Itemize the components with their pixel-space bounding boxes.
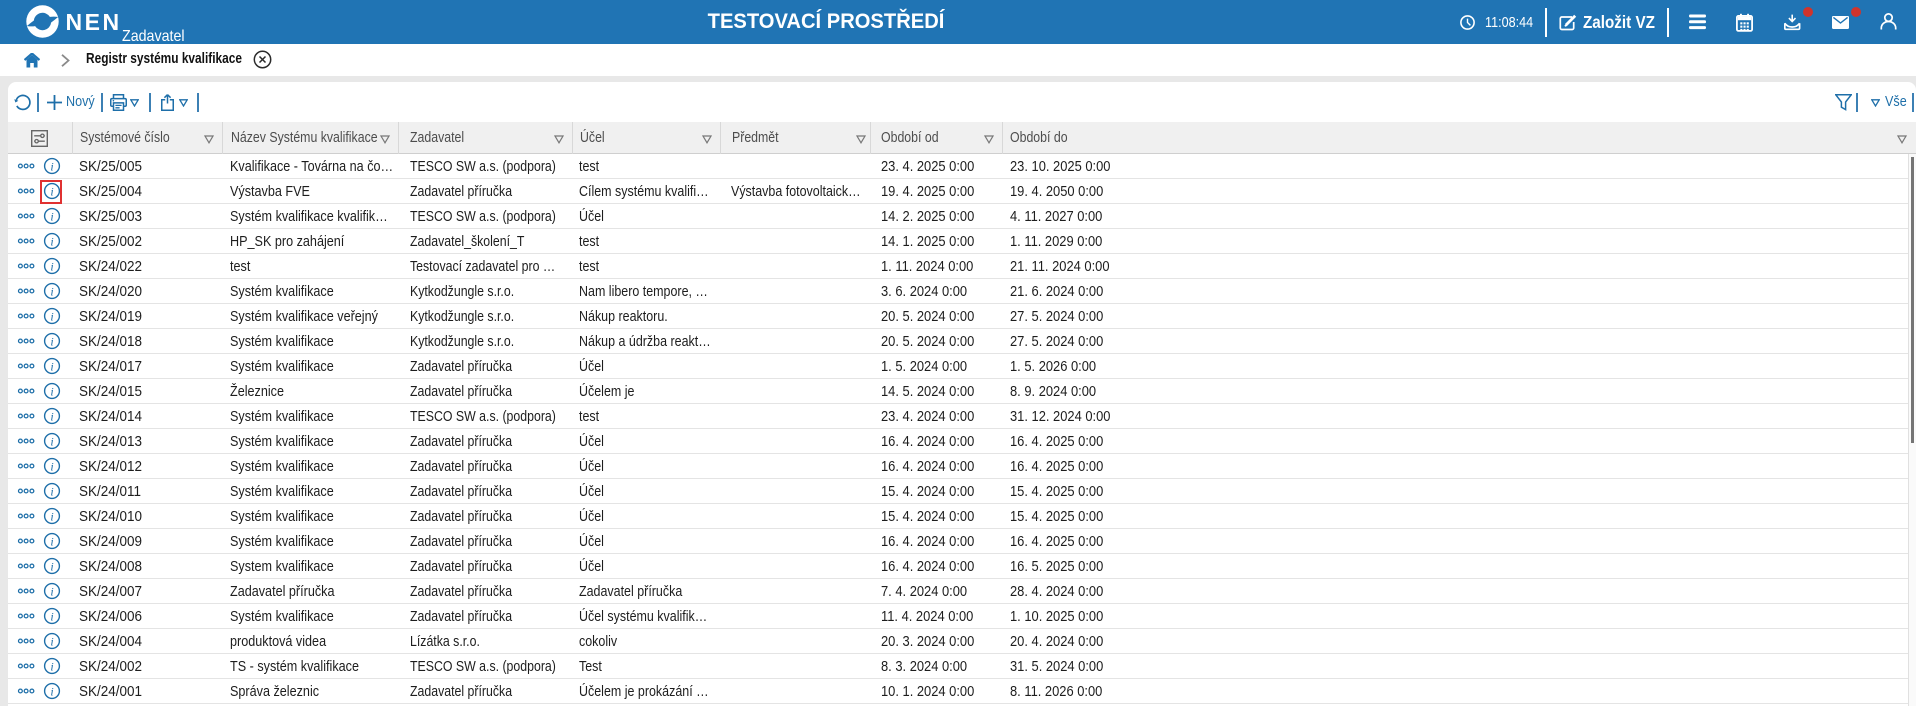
svg-text:i: i xyxy=(50,310,53,324)
svg-text:i: i xyxy=(50,485,53,499)
svg-text:i: i xyxy=(50,435,53,449)
svg-text:i: i xyxy=(50,460,53,474)
svg-text:i: i xyxy=(50,635,53,649)
svg-text:i: i xyxy=(50,360,53,374)
svg-text:i: i xyxy=(50,560,53,574)
svg-text:i: i xyxy=(50,585,53,599)
svg-text:i: i xyxy=(50,510,53,524)
svg-text:i: i xyxy=(50,410,53,424)
svg-text:i: i xyxy=(50,660,53,674)
svg-text:i: i xyxy=(50,685,53,699)
svg-text:i: i xyxy=(50,260,53,274)
svg-text:i: i xyxy=(50,535,53,549)
svg-text:i: i xyxy=(50,335,53,349)
svg-text:i: i xyxy=(50,160,53,174)
svg-text:i: i xyxy=(50,210,53,224)
svg-text:i: i xyxy=(50,235,53,249)
svg-text:i: i xyxy=(50,610,53,624)
svg-text:i: i xyxy=(50,285,53,299)
svg-text:i: i xyxy=(50,385,53,399)
